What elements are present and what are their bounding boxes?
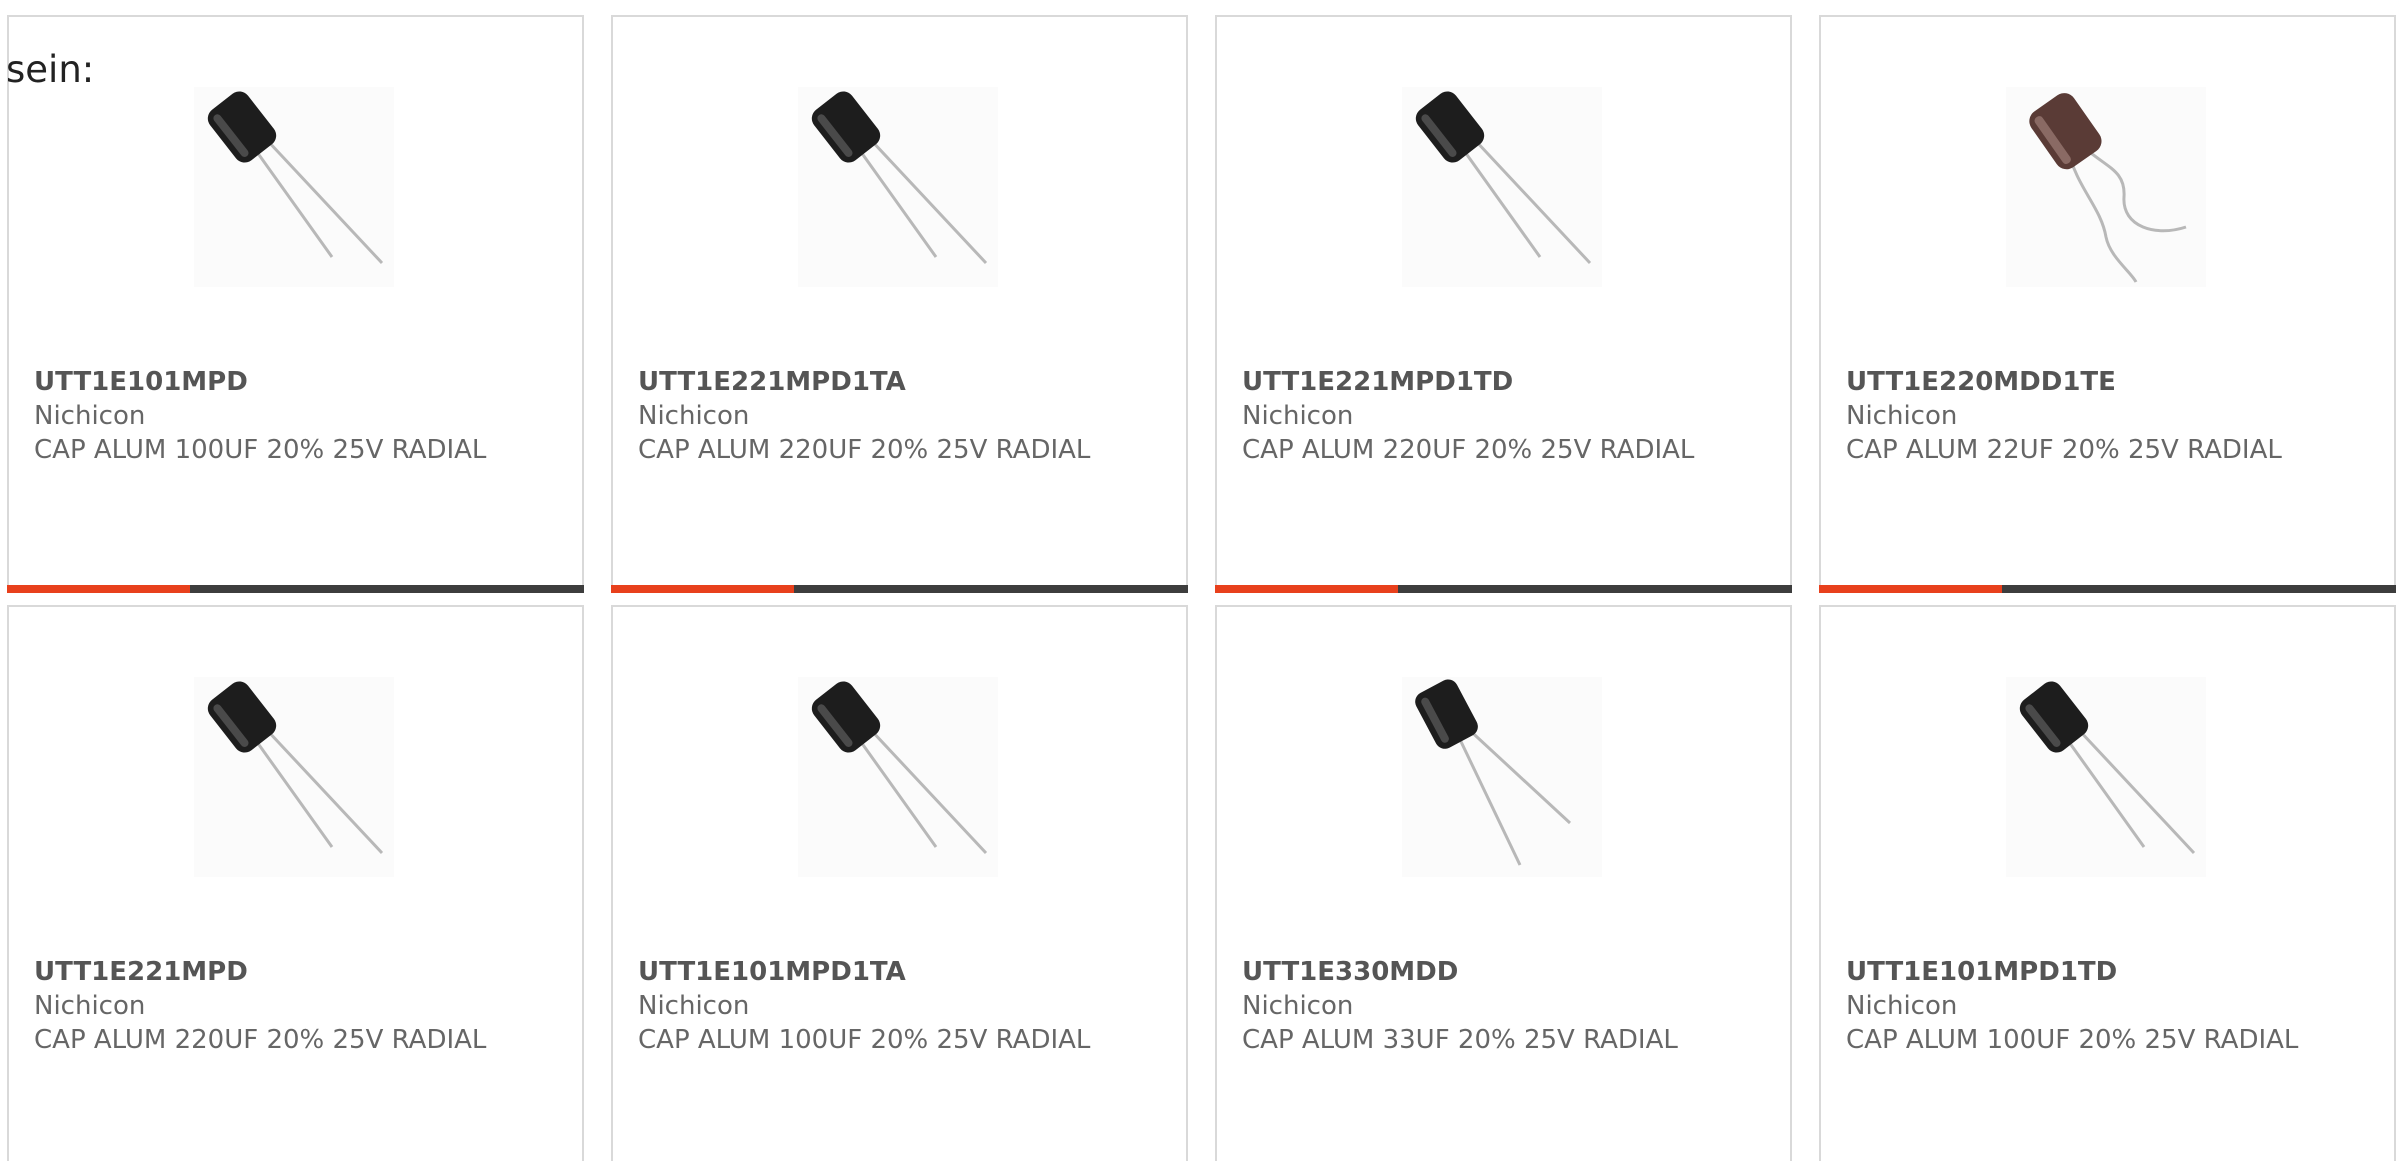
product-manufacturer: Nichicon — [1242, 991, 1354, 1021]
product-info: UTT1E101MPD1TA Nichicon CAP ALUM 100UF 20%… — [638, 955, 1166, 1057]
product-manufacturer: Nichicon — [34, 991, 146, 1021]
product-description: CAP ALUM 220UF 20% 25V RADIAL — [638, 435, 1091, 465]
product-manufacturer: Nichicon — [1242, 401, 1354, 431]
card-footer-accent — [7, 585, 190, 593]
product-manufacturer: Nichicon — [34, 401, 146, 431]
product-info: UTT1E220MDD1TE Nichicon CAP ALUM 22UF 20% … — [1846, 365, 2374, 467]
capacitor-image-icon — [194, 87, 394, 287]
capacitor-image-icon — [2006, 87, 2206, 287]
product-card[interactable]: UTT1E221MPD1TD Nichicon CAP ALUM 220UF 20%… — [1215, 15, 1792, 593]
product-description: CAP ALUM 100UF 20% 25V RADIAL — [1846, 1025, 2299, 1055]
product-manufacturer: Nichicon — [1846, 991, 1958, 1021]
product-info: UTT1E221MPD1TA Nichicon CAP ALUM 220UF 20%… — [638, 365, 1166, 467]
product-grid-page: sein: UTT1E101MPD Nichicon CAP ALUM 100UF … — [0, 0, 2400, 1161]
product-card[interactable]: UTT1E101MPD Nichicon CAP ALUM 100UF 20% 25… — [7, 15, 584, 593]
product-card[interactable]: UTT1E221MPD1TA Nichicon CAP ALUM 220UF 20%… — [611, 15, 1188, 593]
product-part-number[interactable]: UTT1E101MPD — [34, 365, 562, 399]
product-manufacturer: Nichicon — [638, 991, 750, 1021]
product-info: UTT1E221MPD Nichicon CAP ALUM 220UF 20% 25… — [34, 955, 562, 1057]
product-manufacturer: Nichicon — [638, 401, 750, 431]
card-footer-bar — [1819, 585, 2396, 593]
product-info: UTT1E221MPD1TD Nichicon CAP ALUM 220UF 20%… — [1242, 365, 1770, 467]
capacitor-image-icon — [194, 677, 394, 877]
product-manufacturer: Nichicon — [1846, 401, 1958, 431]
product-part-number[interactable]: UTT1E101MPD1TD — [1846, 955, 2374, 989]
product-description: CAP ALUM 220UF 20% 25V RADIAL — [1242, 435, 1695, 465]
product-card[interactable]: UTT1E330MDD Nichicon CAP ALUM 33UF 20% 25V… — [1215, 605, 1792, 1161]
product-description: CAP ALUM 33UF 20% 25V RADIAL — [1242, 1025, 1678, 1055]
product-part-number[interactable]: UTT1E330MDD — [1242, 955, 1770, 989]
capacitor-image-icon — [798, 87, 998, 287]
card-footer-accent — [611, 585, 794, 593]
product-description: CAP ALUM 100UF 20% 25V RADIAL — [34, 435, 487, 465]
product-part-number[interactable]: UTT1E221MPD1TD — [1242, 365, 1770, 399]
product-card[interactable]: UTT1E220MDD1TE Nichicon CAP ALUM 22UF 20% … — [1819, 15, 2396, 593]
product-card[interactable]: UTT1E101MPD1TD Nichicon CAP ALUM 100UF 20%… — [1819, 605, 2396, 1161]
product-part-number[interactable]: UTT1E221MPD — [34, 955, 562, 989]
card-footer-bar — [611, 585, 1188, 593]
capacitor-image-icon — [2006, 677, 2206, 877]
product-info: UTT1E101MPD Nichicon CAP ALUM 100UF 20% 25… — [34, 365, 562, 467]
card-footer-bar — [1215, 585, 1792, 593]
product-part-number[interactable]: UTT1E101MPD1TA — [638, 955, 1166, 989]
card-footer-accent — [1215, 585, 1398, 593]
product-part-number[interactable]: UTT1E221MPD1TA — [638, 365, 1166, 399]
capacitor-image-icon — [1402, 87, 1602, 287]
product-description: CAP ALUM 100UF 20% 25V RADIAL — [638, 1025, 1091, 1055]
capacitor-image-icon — [798, 677, 998, 877]
product-card[interactable]: UTT1E221MPD Nichicon CAP ALUM 220UF 20% 25… — [7, 605, 584, 1161]
product-info: UTT1E101MPD1TD Nichicon CAP ALUM 100UF 20%… — [1846, 955, 2374, 1057]
product-info: UTT1E330MDD Nichicon CAP ALUM 33UF 20% 25V… — [1242, 955, 1770, 1057]
product-card[interactable]: UTT1E101MPD1TA Nichicon CAP ALUM 100UF 20%… — [611, 605, 1188, 1161]
intro-text: sein: — [6, 48, 95, 91]
product-description: CAP ALUM 220UF 20% 25V RADIAL — [34, 1025, 487, 1055]
card-footer-accent — [1819, 585, 2002, 593]
card-footer-bar — [7, 585, 584, 593]
product-description: CAP ALUM 22UF 20% 25V RADIAL — [1846, 435, 2282, 465]
product-part-number[interactable]: UTT1E220MDD1TE — [1846, 365, 2374, 399]
capacitor-image-icon — [1402, 677, 1602, 877]
